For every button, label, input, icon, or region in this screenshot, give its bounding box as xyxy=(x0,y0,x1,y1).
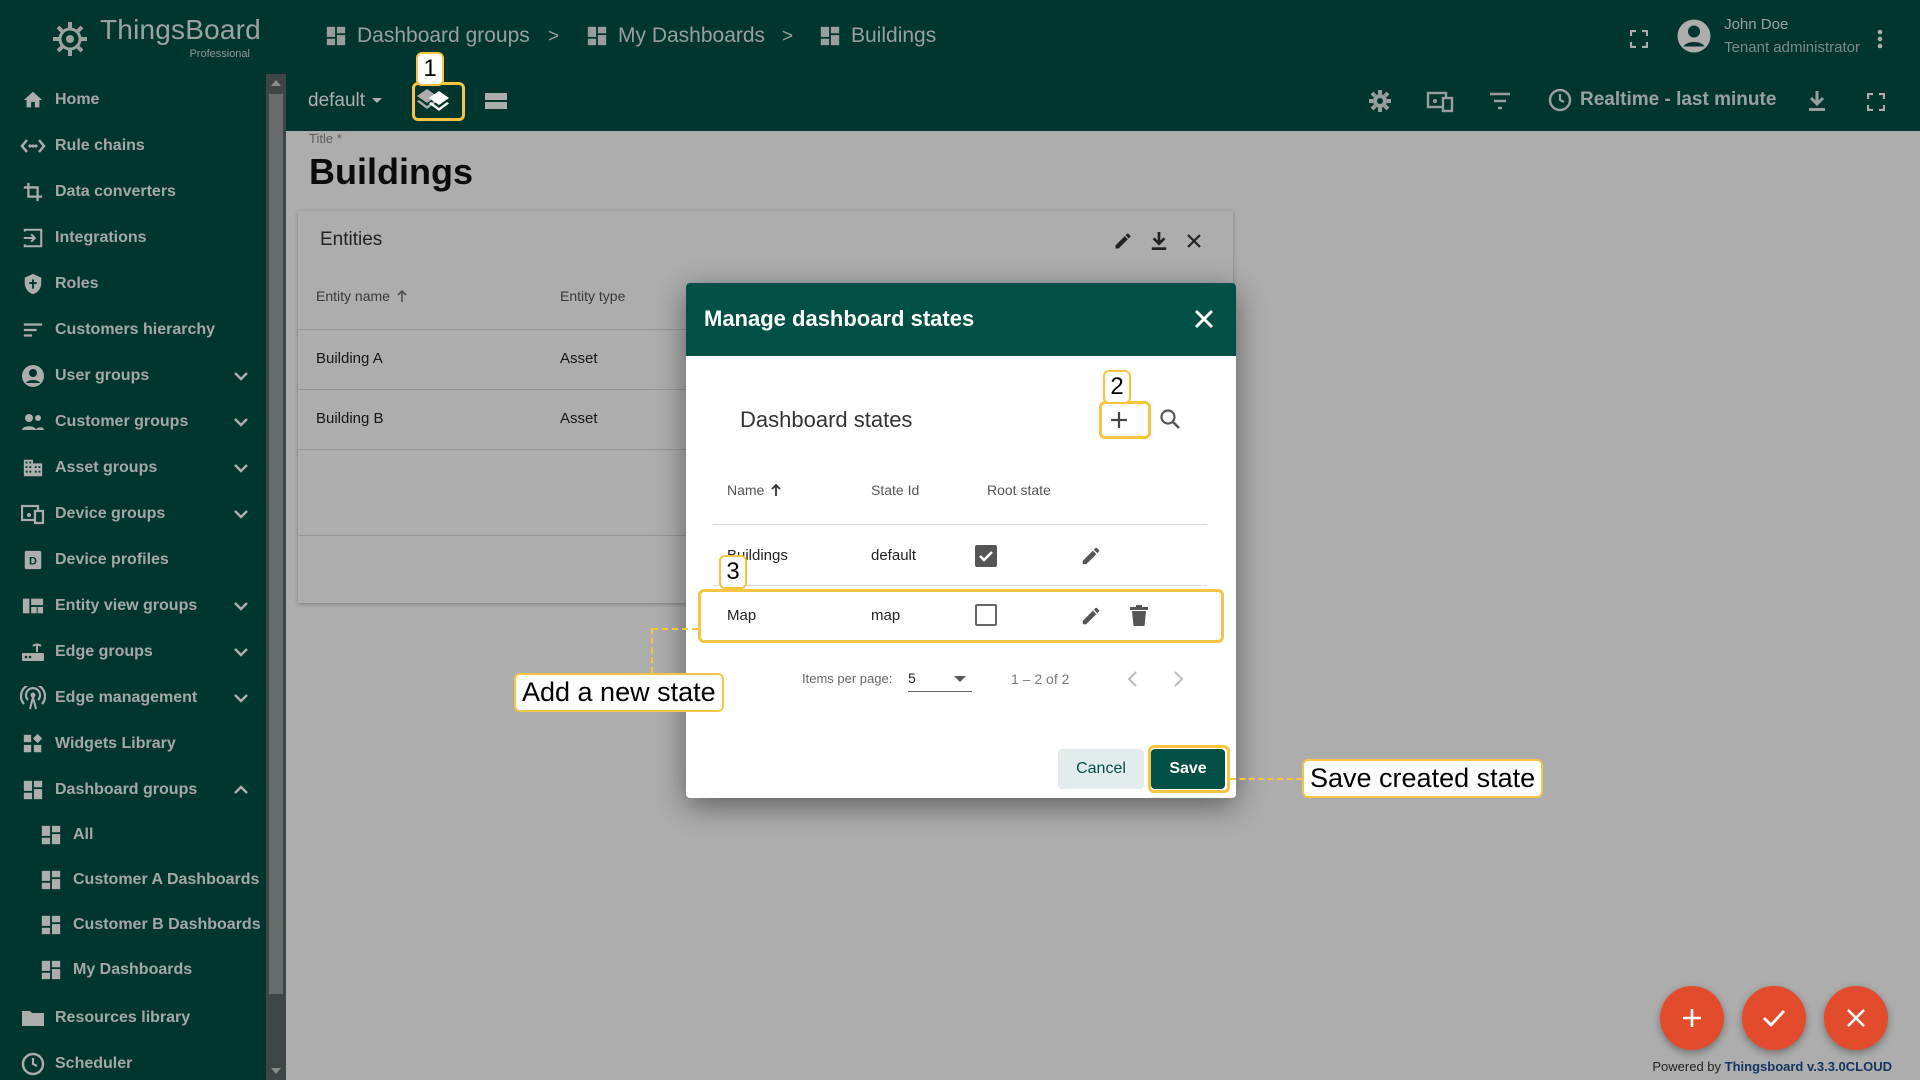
states-section-title: Dashboard states xyxy=(740,407,913,432)
column-header-label: Root state xyxy=(987,482,1051,498)
search-button[interactable] xyxy=(1158,407,1184,433)
manage-states-dialog: Manage dashboard states Dashboard states… xyxy=(686,283,1236,798)
items-per-page-value: 5 xyxy=(908,670,916,686)
chevron-left-icon[interactable] xyxy=(1122,668,1144,690)
discard-changes-fab[interactable] xyxy=(1824,986,1888,1050)
close-icon xyxy=(1847,1009,1865,1027)
column-header-label: State Id xyxy=(871,482,920,498)
cancel-button[interactable]: Cancel xyxy=(1058,749,1144,789)
annotation-box-new-state-row xyxy=(698,589,1224,643)
dropdown-arrow-icon xyxy=(954,676,966,682)
items-per-page-select[interactable]: 5 xyxy=(908,666,972,692)
dialog-header: Manage dashboard states xyxy=(686,283,1236,356)
close-icon[interactable] xyxy=(1192,307,1216,331)
add-widget-fab[interactable] xyxy=(1660,986,1724,1050)
edit-pencil-icon[interactable] xyxy=(1080,545,1102,567)
column-header-name[interactable]: Name xyxy=(727,482,782,498)
chevron-right-icon[interactable] xyxy=(1167,668,1189,690)
arrow-up-icon xyxy=(771,483,781,496)
annotation-box-add-state xyxy=(1099,401,1151,439)
annotation-box-save xyxy=(1148,745,1230,793)
annotation-leader-line xyxy=(651,628,653,673)
search-icon xyxy=(1160,409,1180,429)
manage-states-layers-icon[interactable] xyxy=(414,86,464,116)
pagination-range: 1 – 2 of 2 xyxy=(1011,671,1070,687)
state-id-cell: default xyxy=(871,547,917,564)
annotation-leader-line xyxy=(1230,778,1302,780)
annotation-number-1: 1 xyxy=(416,52,444,86)
column-header-root-state[interactable]: Root state xyxy=(987,482,1051,498)
annotation-label-add-state: Add a new state xyxy=(514,673,724,712)
annotation-number-2: 2 xyxy=(1103,370,1131,404)
items-per-page-label: Items per page: xyxy=(802,671,893,686)
root-state-checkbox-checked[interactable] xyxy=(975,545,997,567)
apply-changes-fab[interactable] xyxy=(1742,986,1806,1050)
column-header-state-id[interactable]: State Id xyxy=(871,482,919,498)
dialog-title: Manage dashboard states xyxy=(704,306,975,331)
column-header-label: Name xyxy=(727,482,765,498)
check-icon xyxy=(1763,1010,1786,1028)
annotation-number-3: 3 xyxy=(719,555,747,589)
annotation-leader-line xyxy=(652,628,698,630)
annotation-label-save-state: Save created state xyxy=(1302,759,1544,798)
table-row[interactable]: Buildings default xyxy=(713,525,1207,585)
plus-icon xyxy=(1683,1009,1701,1027)
check-icon xyxy=(979,551,993,562)
